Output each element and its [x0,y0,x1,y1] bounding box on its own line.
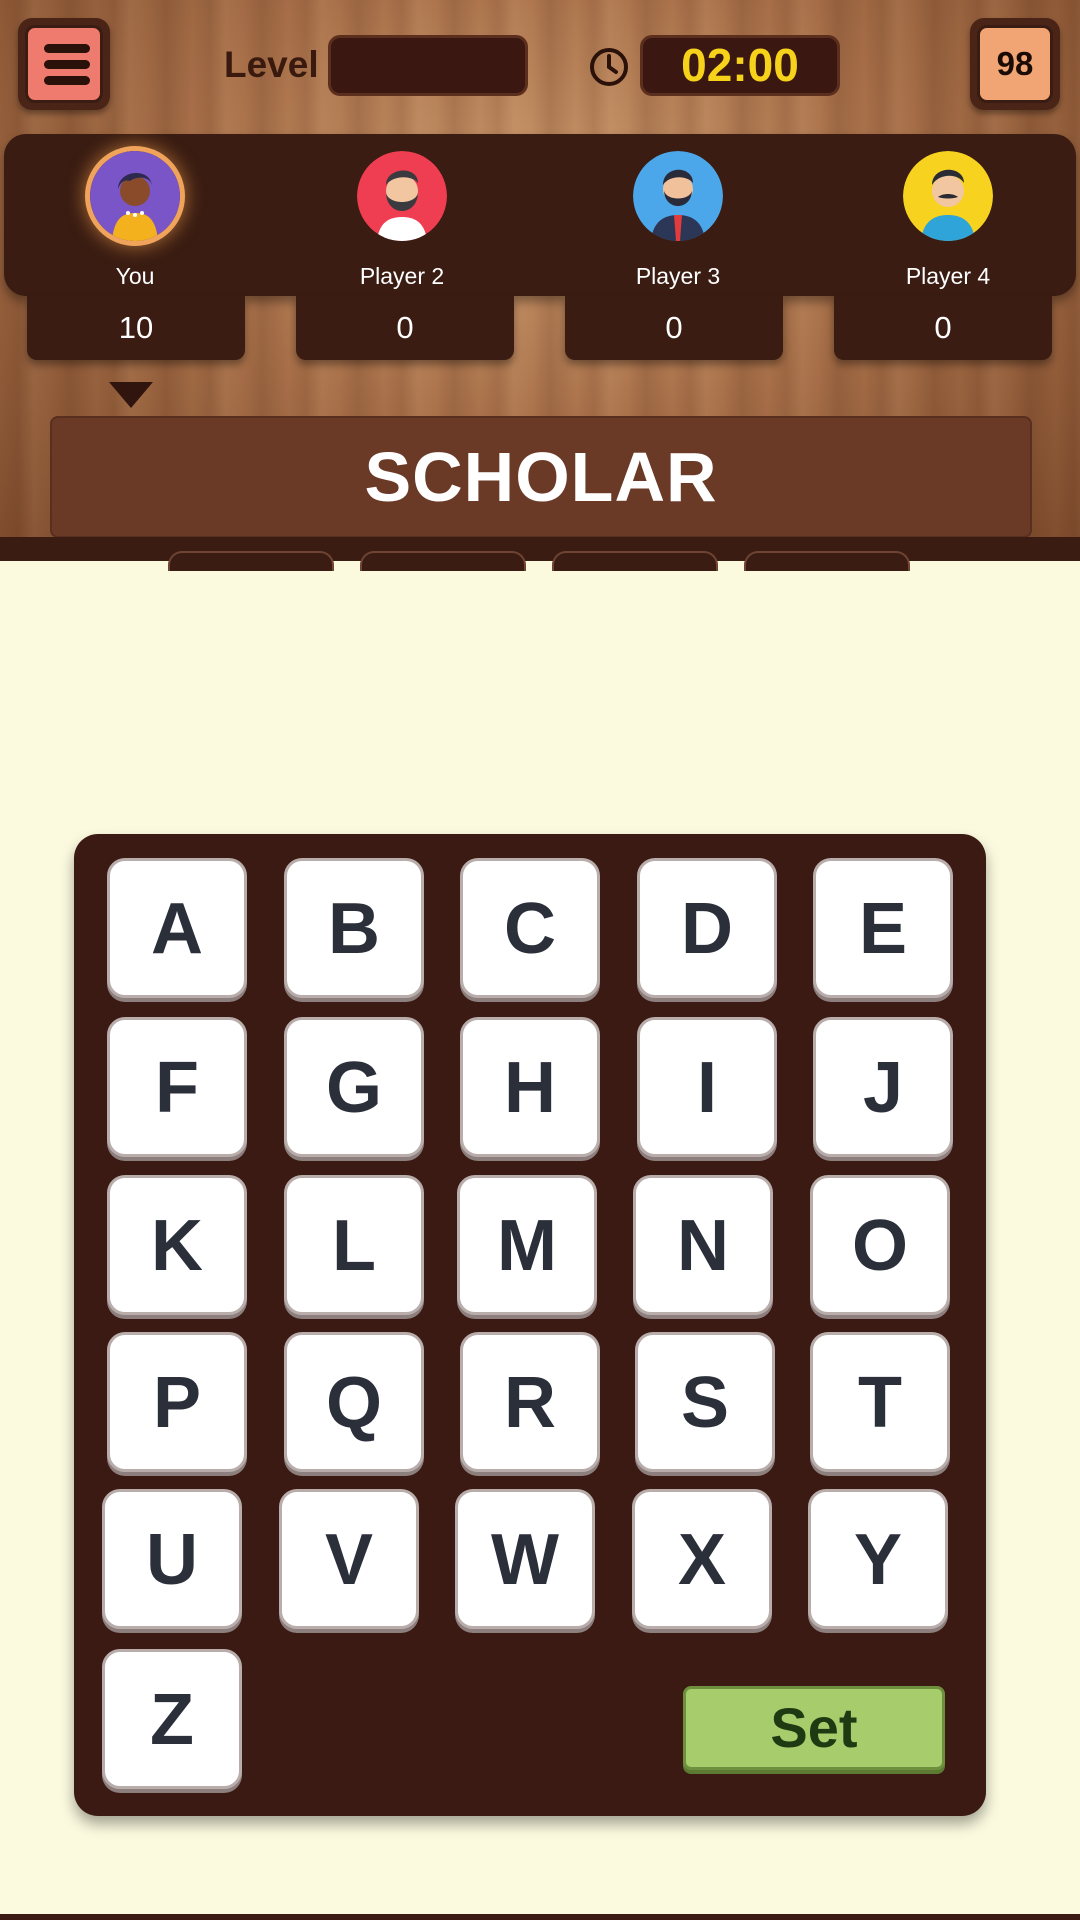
key-b[interactable]: B [284,858,424,998]
wood-bottom-strip [0,537,1080,571]
avatar [633,151,723,241]
avatar [90,151,180,241]
player-name: Player 2 [359,263,445,289]
avatar [903,151,993,241]
key-i[interactable]: I [637,1017,777,1157]
player-score: 0 [565,296,783,360]
player-card-4: Player 4 [848,151,1048,301]
key-s[interactable]: S [635,1332,775,1472]
key-q[interactable]: Q [284,1332,424,1472]
menu-button[interactable] [18,18,110,110]
level-value [328,35,528,96]
turn-indicator-icon [109,382,153,408]
key-l[interactable]: L [284,1175,424,1315]
key-v[interactable]: V [279,1489,419,1629]
key-u[interactable]: U [102,1489,242,1629]
player-score: 10 [27,296,245,360]
player-card-3: Player 3 [578,151,778,301]
key-h[interactable]: H [460,1017,600,1157]
key-j[interactable]: J [813,1017,953,1157]
key-d[interactable]: D [637,858,777,998]
player-score: 0 [296,296,514,360]
key-z[interactable]: Z [102,1649,242,1789]
key-k[interactable]: K [107,1175,247,1315]
player-name: Player 4 [905,263,991,289]
key-a[interactable]: A [107,858,247,998]
avatar [357,151,447,241]
key-p[interactable]: P [107,1332,247,1472]
key-r[interactable]: R [460,1332,600,1472]
key-m[interactable]: M [457,1175,597,1315]
target-word: SCHOLAR [50,416,1032,538]
counter-badge[interactable]: 98 [970,18,1060,110]
player-score: 0 [834,296,1052,360]
key-f[interactable]: F [107,1017,247,1157]
key-e[interactable]: E [813,858,953,998]
player-card-2: Player 2 [302,151,502,301]
key-o[interactable]: O [810,1175,950,1315]
timer-display: 02:00 [640,35,840,96]
menu-icon [25,25,103,103]
bottom-border [0,1914,1080,1920]
key-x[interactable]: X [632,1489,772,1629]
clock-icon [590,48,628,86]
player-name: You [115,263,155,289]
player-name: Player 3 [635,263,721,289]
key-c[interactable]: C [460,858,600,998]
level-label: Level [224,44,319,85]
player-card-you: You [35,151,235,301]
key-t[interactable]: T [810,1332,950,1472]
key-y[interactable]: Y [808,1489,948,1629]
key-n[interactable]: N [633,1175,773,1315]
set-button[interactable]: Set [683,1686,945,1770]
key-g[interactable]: G [284,1017,424,1157]
key-w[interactable]: W [455,1489,595,1629]
counter-value: 98 [977,25,1053,103]
